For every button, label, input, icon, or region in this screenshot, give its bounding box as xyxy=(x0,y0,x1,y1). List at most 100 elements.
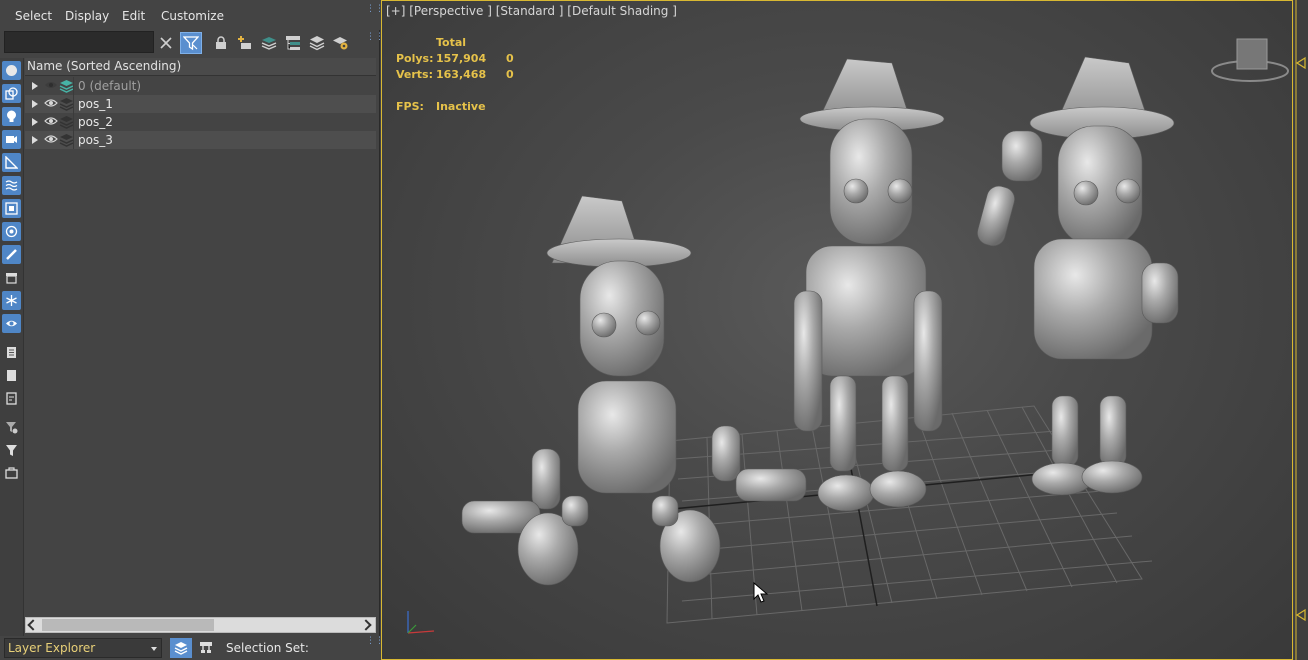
layer-row-pos-1[interactable]: pos_1 xyxy=(25,95,376,113)
filter-toolbar xyxy=(0,58,24,638)
perspective-viewport[interactable]: [+] [Perspective ] [Standard ] [Default … xyxy=(381,0,1293,660)
scrollbar-thumb[interactable] xyxy=(42,619,214,631)
eye-icon[interactable] xyxy=(44,98,58,108)
select-filter-button[interactable] xyxy=(2,418,21,437)
explorer-type-dropdown[interactable]: Layer Explorer xyxy=(4,638,162,658)
filter-helpers-button[interactable] xyxy=(2,153,21,172)
hierarchy-icon xyxy=(200,642,212,653)
filter-containers-button[interactable] xyxy=(2,268,21,287)
document-icon xyxy=(7,370,16,381)
right-side-rail xyxy=(1294,0,1308,660)
group-icon xyxy=(5,202,18,215)
layer-stack-button[interactable] xyxy=(306,32,328,54)
verts-selected-value: 0 xyxy=(506,68,514,81)
layer-name[interactable]: pos_2 xyxy=(78,115,113,129)
explorer-type-value: Layer Explorer xyxy=(8,641,96,655)
expand-arrow-icon[interactable] xyxy=(32,82,38,90)
polys-label: Polys: xyxy=(396,52,434,65)
viewport-scene[interactable] xyxy=(382,1,1292,659)
new-layer-button[interactable] xyxy=(258,32,280,54)
robot-pos-2 xyxy=(793,58,945,512)
container-icon xyxy=(6,273,17,284)
eye-hidden-icon[interactable] xyxy=(44,80,58,90)
funnel-icon xyxy=(6,445,17,456)
filter-lights-button[interactable] xyxy=(2,107,21,126)
menu-display[interactable]: Display xyxy=(65,9,109,23)
layer-settings-button[interactable] xyxy=(330,32,352,54)
layer-name[interactable]: pos_3 xyxy=(78,133,113,147)
eye-icon[interactable] xyxy=(44,116,58,126)
lock-button[interactable] xyxy=(210,32,232,54)
menu-edit[interactable]: Edit xyxy=(122,9,145,23)
expand-arrow-icon[interactable] xyxy=(32,118,38,126)
column-separator xyxy=(73,77,74,95)
robot-pos-3 xyxy=(977,56,1179,496)
tree-horizontal-scrollbar[interactable] xyxy=(25,617,376,633)
fps-label: FPS: xyxy=(396,100,424,113)
expand-arrow-icon[interactable] xyxy=(32,136,38,144)
clear-search-button[interactable] xyxy=(155,32,177,54)
explorer-bottom-bar: Layer Explorer Selection Set: ⋮⋮ xyxy=(0,636,384,660)
column-separator xyxy=(73,95,74,113)
sort-by-layers-button[interactable] xyxy=(170,638,192,658)
add-to-layer-button[interactable] xyxy=(234,32,256,54)
menu-customize[interactable]: Customize xyxy=(161,9,224,23)
verts-label: Verts: xyxy=(396,68,434,81)
fps-value: Inactive xyxy=(436,100,486,113)
bone-icon xyxy=(6,249,17,260)
polys-selected-value: 0 xyxy=(506,52,514,65)
lock-icon xyxy=(216,36,226,49)
tree-column-header[interactable]: Name (Sorted Ascending) xyxy=(25,58,376,76)
filter-xrefs-button[interactable] xyxy=(2,222,21,241)
layer-icon xyxy=(59,98,74,111)
sort-by-hierarchy-button[interactable] xyxy=(195,638,217,658)
filter-spacewarps-button[interactable] xyxy=(2,176,21,195)
layer-name[interactable]: pos_1 xyxy=(78,97,113,111)
axis-tripod xyxy=(407,611,435,634)
layer-stack-icon xyxy=(309,36,325,51)
hierarchy-button[interactable] xyxy=(282,32,304,54)
light-bulb-icon xyxy=(7,110,16,122)
chevron-down-icon xyxy=(151,647,157,651)
eye-icon[interactable] xyxy=(44,134,58,144)
sphere-icon xyxy=(6,65,17,76)
filter-icon xyxy=(183,36,199,51)
filter-shapes-button[interactable] xyxy=(2,84,21,103)
xref-icon xyxy=(5,225,18,238)
menu-select[interactable]: Select xyxy=(15,9,52,23)
helper-ruler-icon xyxy=(5,156,18,169)
close-icon xyxy=(160,37,172,49)
filter-groups-button[interactable] xyxy=(2,199,21,218)
snowflake-icon xyxy=(6,295,17,306)
filter-geometry-button[interactable] xyxy=(2,61,21,80)
search-input[interactable] xyxy=(4,31,154,53)
camera-icon xyxy=(6,136,17,143)
clipboard-icon xyxy=(5,467,18,479)
layer-row-pos-2[interactable]: pos_2 xyxy=(25,113,376,131)
filter-frozen-button[interactable] xyxy=(2,291,21,310)
layer-row-pos-3[interactable]: pos_3 xyxy=(25,131,376,149)
filter-cameras-button[interactable] xyxy=(2,130,21,149)
filter-gear-icon xyxy=(6,422,18,434)
filter-bones-button[interactable] xyxy=(2,245,21,264)
filter-toggle-button[interactable] xyxy=(180,32,202,54)
display-dependents-button[interactable] xyxy=(2,389,21,408)
viewport-label-menu[interactable]: [+] [Perspective ] [Standard ] [Default … xyxy=(386,4,677,18)
filter-hidden-button[interactable] xyxy=(2,314,21,333)
current-layer-icon xyxy=(59,80,74,93)
explorer-toolbar: ⋮⋮ xyxy=(0,30,384,56)
display-children-button[interactable] xyxy=(2,343,21,362)
document-lines-icon xyxy=(6,392,17,405)
layer-row-default[interactable]: 0 (default) xyxy=(25,77,376,95)
expand-arrow-icon[interactable] xyxy=(32,100,38,108)
find-button[interactable] xyxy=(2,464,21,483)
layer-name[interactable]: 0 (default) xyxy=(78,79,141,93)
scroll-left-icon[interactable] xyxy=(27,619,39,631)
scroll-right-icon[interactable] xyxy=(360,619,372,631)
document-list-icon xyxy=(7,347,16,358)
column-separator xyxy=(73,131,74,149)
robot-pos-1 xyxy=(461,195,807,586)
column-separator xyxy=(73,113,74,131)
filter-all-button[interactable] xyxy=(2,441,21,460)
display-references-button[interactable] xyxy=(2,366,21,385)
